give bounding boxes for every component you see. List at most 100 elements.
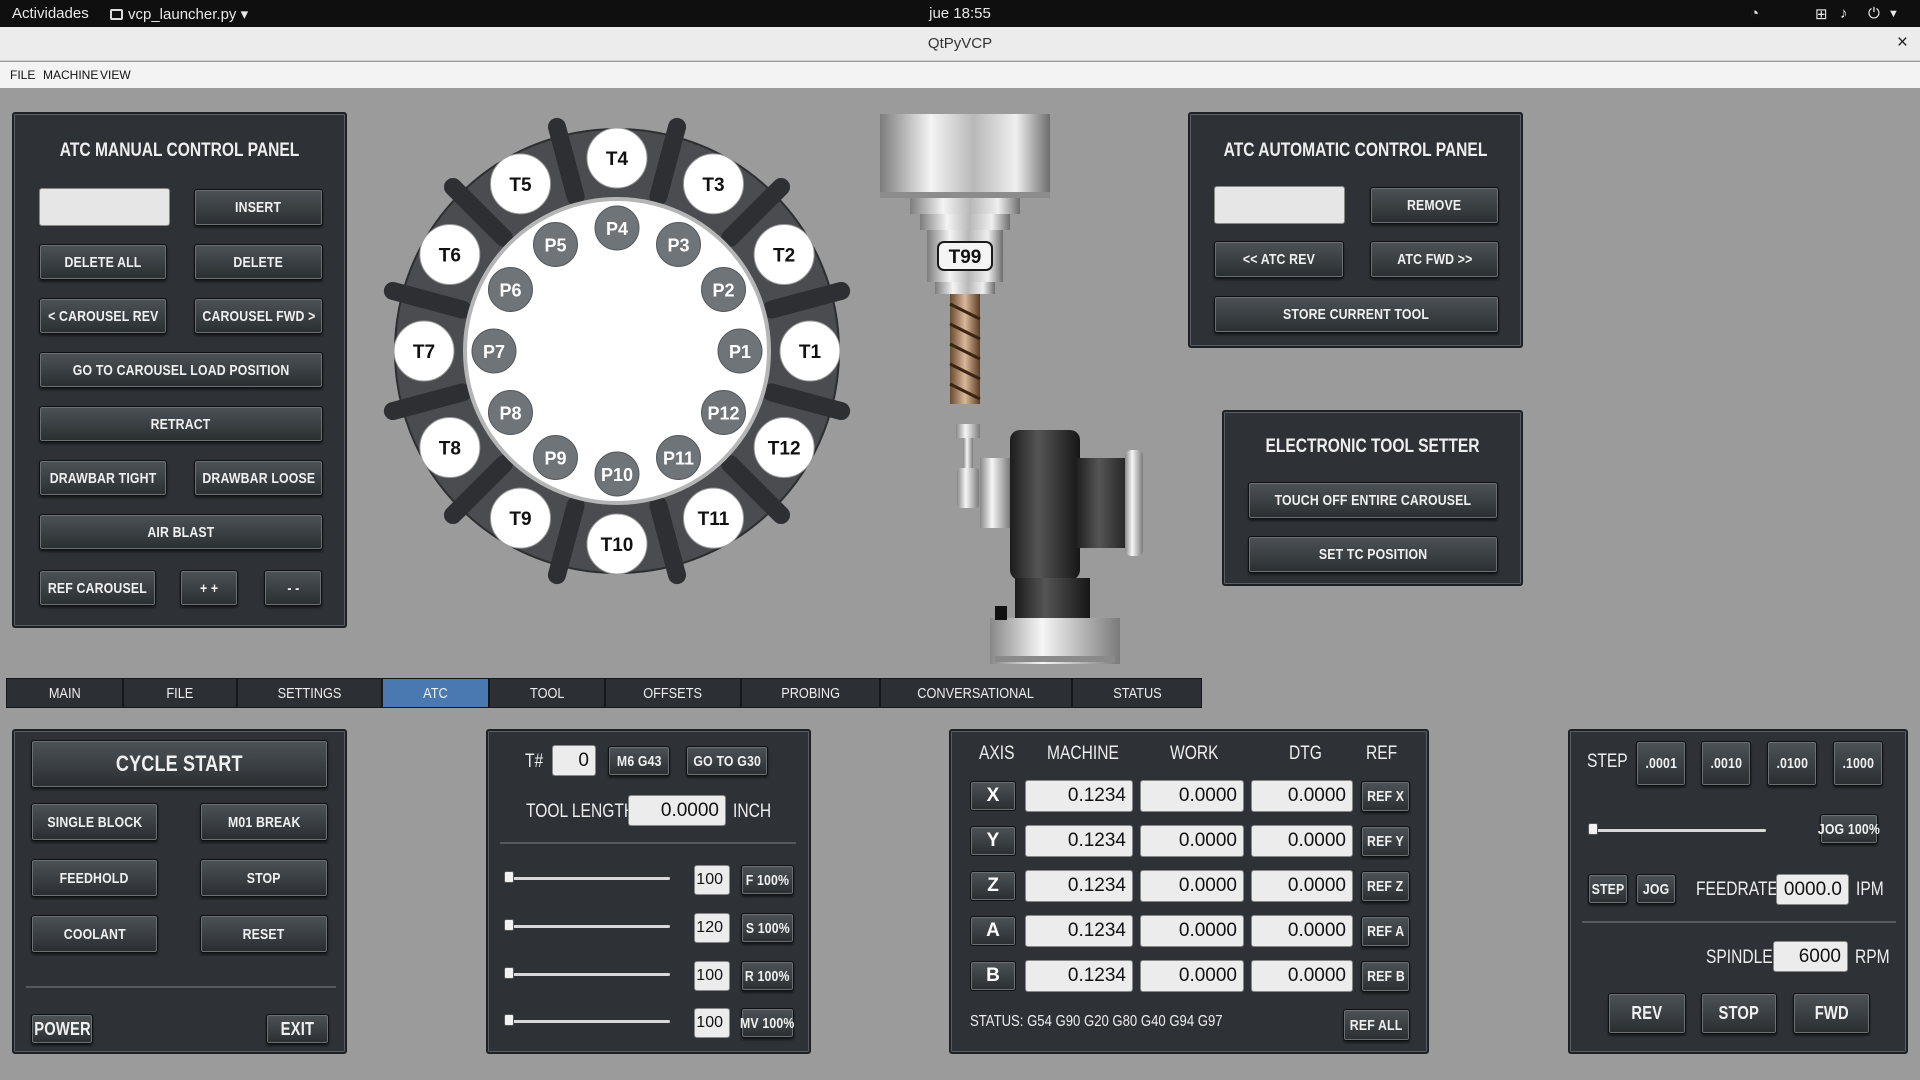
machine-position-a: 0.1234 [1025, 915, 1133, 947]
touch-off-carousel-button[interactable]: TOUCH OFF ENTIRE CAROUSEL [1248, 482, 1498, 519]
dtg-y: 0.0000 [1251, 825, 1353, 857]
tool-label: T6 [439, 246, 461, 267]
close-icon[interactable]: × [1897, 32, 1908, 54]
single-block-button[interactable]: SINGLE BLOCK [31, 803, 158, 841]
step-mode-button[interactable]: STEP [1588, 874, 1628, 904]
step-0100-button[interactable]: .0100 [1767, 741, 1817, 786]
pocket-label: P11 [663, 449, 694, 469]
step-0001-button[interactable]: .0001 [1636, 741, 1686, 786]
axis-z-button[interactable]: Z [970, 871, 1016, 901]
network-icon[interactable]: ⊞ [1815, 5, 1828, 23]
m6-g43-button[interactable]: M6 G43 [608, 746, 670, 776]
tab-tool[interactable]: TOOL [489, 678, 605, 708]
divider [26, 986, 336, 988]
air-blast-button[interactable]: AIR BLAST [39, 514, 323, 550]
axis-a-button[interactable]: A [970, 916, 1016, 946]
axis-b-button[interactable]: B [970, 961, 1016, 991]
tool-label: T12 [768, 439, 801, 460]
axis-y-button[interactable]: Y [970, 826, 1016, 856]
accessibility-icon[interactable]: ◔ [1750, 5, 1759, 22]
tab-probing[interactable]: PROBING [741, 678, 880, 708]
tool-length-field[interactable]: 0.0000 [628, 795, 726, 826]
dtg-z: 0.0000 [1251, 870, 1353, 902]
tool-number-input[interactable] [1214, 186, 1345, 224]
clock[interactable]: jue 18:55 [0, 5, 1920, 22]
drawbar-loose-button[interactable]: DRAWBAR LOOSE [194, 460, 323, 496]
menu-machine[interactable]: MACHINE [43, 68, 98, 82]
step-1000-button[interactable]: .1000 [1833, 741, 1883, 786]
volume-icon[interactable]: ♪ [1840, 5, 1848, 22]
tab-file[interactable]: FILE [123, 678, 237, 708]
jog-percent-button[interactable]: JOG 100% [1818, 814, 1880, 844]
tab-main[interactable]: MAIN [6, 678, 123, 708]
insert-button[interactable]: INSERT [194, 189, 323, 226]
go-to-g30-button[interactable]: GO TO G30 [686, 746, 768, 776]
step-0010-button[interactable]: .0010 [1701, 741, 1751, 786]
dro-header-dtg: DTG [1289, 743, 1322, 764]
work-position-z: 0.0000 [1140, 870, 1244, 902]
spindle-stop-button[interactable]: STOP [1701, 993, 1777, 1034]
tab-settings[interactable]: SETTINGS [237, 678, 382, 708]
chevron-down-icon[interactable]: ▼ [1888, 8, 1899, 20]
feedhold-button[interactable]: FEEDHOLD [31, 859, 158, 897]
exit-button[interactable]: EXIT [266, 1014, 329, 1044]
ref-y-button[interactable]: REF Y [1361, 826, 1410, 857]
ref-b-button[interactable]: REF B [1361, 961, 1410, 992]
atc-fwd-button[interactable]: ATC FWD >> [1370, 241, 1499, 278]
electronic-tool-setter-panel: ELECTRONIC TOOL SETTER TOUCH OFF ENTIRE … [1222, 410, 1523, 586]
stop-button[interactable]: STOP [200, 859, 328, 897]
cycle-start-button[interactable]: CYCLE START [31, 740, 328, 788]
power-button[interactable]: POWER [31, 1014, 93, 1044]
tab-status[interactable]: STATUS [1072, 678, 1202, 708]
divider [500, 842, 796, 844]
ref-x-button[interactable]: REF X [1361, 781, 1410, 812]
tab-offsets[interactable]: OFFSETS [605, 678, 741, 708]
ref-all-button[interactable]: REF ALL [1343, 1009, 1410, 1041]
spindle-fwd-button[interactable]: FWD [1793, 993, 1870, 1034]
drawbar-tight-button[interactable]: DRAWBAR TIGHT [39, 460, 167, 496]
minus-button[interactable]: - - [264, 570, 322, 606]
tab-conversational[interactable]: CONVERSATIONAL [880, 678, 1072, 708]
store-current-tool-button[interactable]: STORE CURRENT TOOL [1214, 296, 1499, 333]
spindle-override-button[interactable]: S 100% [741, 913, 794, 943]
ref-z-button[interactable]: REF Z [1361, 871, 1410, 902]
pocket-label: P12 [708, 404, 740, 424]
feed-override-button[interactable]: F 100% [741, 865, 794, 895]
spindle-speed-field[interactable]: 6000 [1773, 941, 1848, 972]
pocket-label: P10 [601, 465, 633, 485]
pocket-label: P7 [483, 342, 505, 362]
remove-button[interactable]: REMOVE [1370, 187, 1499, 224]
axis-x-button[interactable]: X [970, 781, 1016, 811]
retract-button[interactable]: RETRACT [39, 406, 323, 442]
m01-break-button[interactable]: M01 BREAK [200, 803, 328, 841]
tool-number-input[interactable] [39, 188, 170, 226]
set-tc-position-button[interactable]: SET TC POSITION [1248, 536, 1498, 573]
carousel-rev-button[interactable]: < CAROUSEL REV [39, 298, 167, 334]
carousel-fwd-button[interactable]: CAROUSEL FWD > [194, 298, 323, 334]
ref-carousel-button[interactable]: REF CAROUSEL [39, 570, 156, 606]
tab-atc[interactable]: ATC [382, 678, 489, 708]
menu-file[interactable]: FILE [10, 68, 35, 82]
coolant-button[interactable]: COOLANT [31, 915, 158, 953]
ref-a-button[interactable]: REF A [1361, 916, 1410, 947]
power-icon[interactable]: ⏻ [1868, 5, 1880, 22]
cycle-control-panel: CYCLE START SINGLE BLOCK M01 BREAK FEEDH… [12, 729, 347, 1054]
rapid-override-button[interactable]: R 100% [741, 961, 794, 991]
tool-length-unit: INCH [733, 801, 772, 822]
atc-rev-button[interactable]: << ATC REV [1214, 241, 1344, 278]
pocket-label: P2 [713, 281, 735, 301]
system-top-bar: Actividades vcp_launcher.py ▾ jue 18:55 … [0, 0, 1920, 27]
go-to-load-position-button[interactable]: GO TO CAROUSEL LOAD POSITION [39, 352, 323, 388]
reset-button[interactable]: RESET [200, 915, 328, 953]
tool-number-field[interactable]: 0 [552, 745, 596, 776]
jog-mode-button[interactable]: JOG [1636, 874, 1676, 904]
plus-button[interactable]: + + [180, 570, 238, 606]
step-label: STEP [1587, 751, 1628, 772]
delete-all-button[interactable]: DELETE ALL [39, 244, 167, 280]
menu-view[interactable]: VIEW [100, 68, 131, 82]
spindle-rev-button[interactable]: REV [1608, 993, 1686, 1034]
delete-button[interactable]: DELETE [194, 244, 323, 280]
machine-position-x: 0.1234 [1025, 780, 1133, 812]
feedrate-field[interactable]: 0000.0 [1776, 874, 1849, 905]
max-velocity-button[interactable]: MV 100% [740, 1008, 795, 1038]
